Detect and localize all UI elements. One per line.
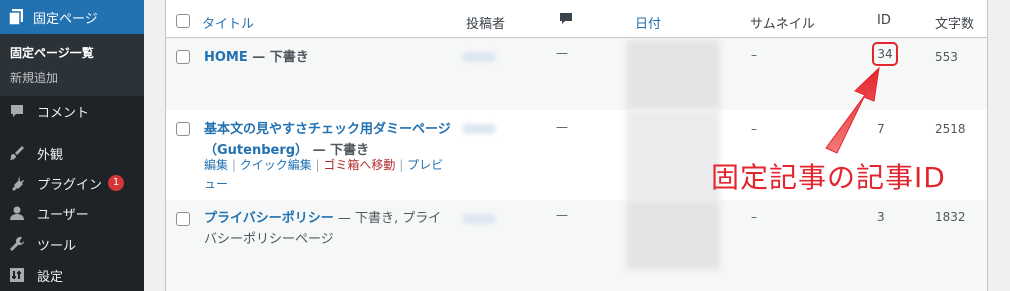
annotation-arrow (825, 66, 880, 154)
annotation-label: 固定記事の記事ID (711, 161, 946, 194)
